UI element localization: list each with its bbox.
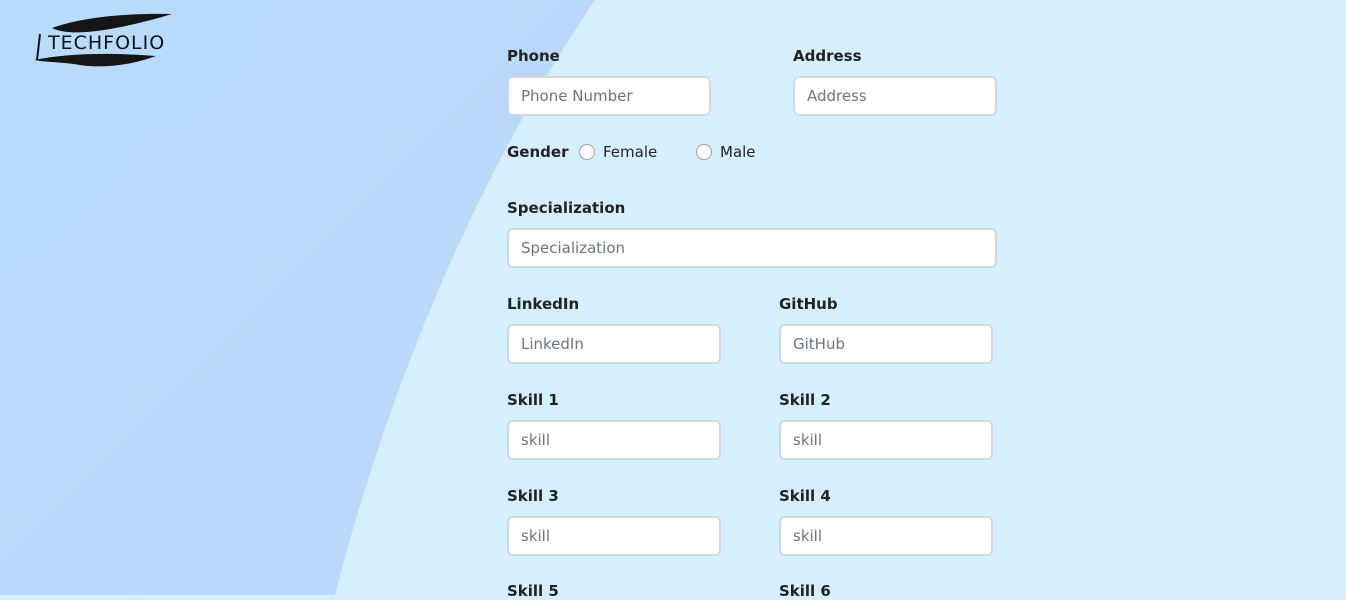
gender-label: Gender — [507, 143, 569, 161]
skill-3-label: Skill 3 — [507, 487, 559, 505]
skill-2-label: Skill 2 — [779, 391, 831, 409]
phone-input[interactable] — [507, 76, 711, 116]
specialization-label: Specialization — [507, 199, 626, 217]
gender-female-label[interactable]: Female — [603, 143, 657, 161]
brand-name: TECHFOLIO — [48, 32, 166, 54]
address-input[interactable] — [793, 76, 997, 116]
linkedin-input[interactable] — [507, 324, 721, 364]
skill-5-label: Skill 5 — [507, 582, 559, 600]
specialization-input[interactable] — [507, 228, 997, 268]
gender-male-label[interactable]: Male — [720, 143, 756, 161]
skill-4-label: Skill 4 — [779, 487, 831, 505]
skill-1-input[interactable] — [507, 420, 721, 460]
skill-4-input[interactable] — [779, 516, 993, 556]
skill-3-input[interactable] — [507, 516, 721, 556]
gender-female-radio[interactable] — [579, 144, 595, 160]
github-label: GitHub — [779, 295, 838, 313]
skill-6-label: Skill 6 — [779, 582, 831, 600]
gender-male-radio[interactable] — [696, 144, 712, 160]
phone-label: Phone — [507, 47, 560, 65]
github-input[interactable] — [779, 324, 993, 364]
skill-2-input[interactable] — [779, 420, 993, 460]
skill-1-label: Skill 1 — [507, 391, 559, 409]
address-label: Address — [793, 47, 862, 65]
linkedin-label: LinkedIn — [507, 295, 580, 313]
techfolio-logo[interactable]: TECHFOLIO — [34, 12, 174, 70]
